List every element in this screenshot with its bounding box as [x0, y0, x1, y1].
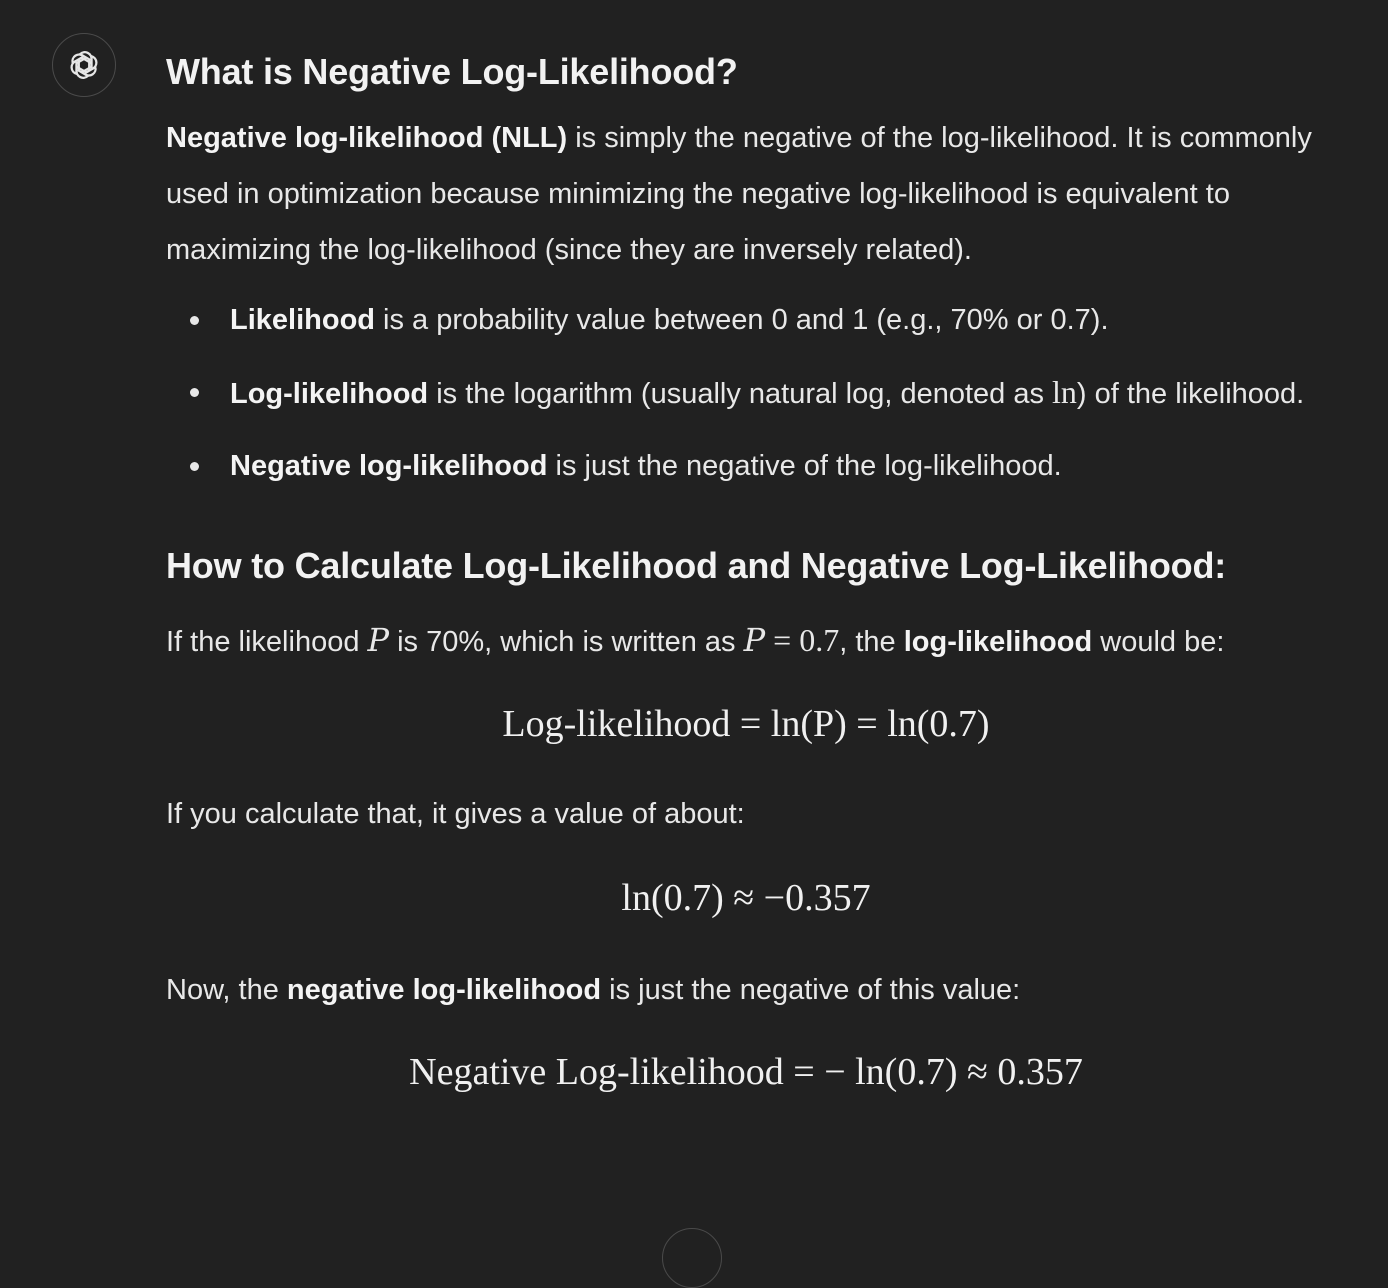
nll-term: Negative log-likelihood (NLL): [166, 122, 568, 154]
negative-log-likelihood-text: is just the negative of the log-likeliho…: [547, 450, 1062, 482]
negative-paragraph: Now, the negative log-likelihood is just…: [166, 962, 1346, 1018]
bullet-dot: [190, 462, 199, 471]
scroll-to-bottom-button[interactable]: [662, 1228, 722, 1288]
list-item-negative-log-likelihood: Negative log-likelihood is just the nega…: [166, 438, 1346, 494]
text-run: If the likelihood: [166, 626, 368, 658]
bullet-dot: [190, 316, 199, 325]
likelihood-text: is a probability value between 0 and 1 (…: [375, 304, 1109, 336]
text-run: is 70%, which is written as: [389, 626, 744, 658]
math-P: P: [367, 621, 390, 659]
log-likelihood-bold: log-likelihood: [903, 626, 1093, 658]
bullet-dot: [190, 388, 199, 397]
assistant-message: What is Negative Log-Likelihood? Negativ…: [166, 40, 1346, 1100]
list-item-log-likelihood: Log-likelihood is the logarithm (usually…: [166, 364, 1346, 422]
definition-list: Likelihood is a probability value betwee…: [166, 292, 1346, 494]
text-run: is just the negative of this value:: [601, 974, 1021, 1006]
ln-math: ln: [1052, 374, 1077, 410]
math-P-var: P: [743, 621, 766, 659]
negative-log-likelihood-term: Negative log-likelihood: [230, 450, 548, 482]
section-heading-calculate: How to Calculate Log-Likelihood and Nega…: [166, 545, 1227, 586]
likelihood-term: Likelihood: [230, 304, 375, 336]
list-item-likelihood: Likelihood is a probability value betwee…: [166, 292, 1346, 348]
assistant-avatar: [52, 33, 116, 97]
likelihood-example-paragraph: If the likelihood P is 70%, which is wri…: [166, 612, 1346, 670]
equation-negative-log-likelihood: Negative Log-likelihood = − ln(0.7) ≈ 0.…: [409, 1051, 1083, 1093]
openai-logo-icon: [70, 51, 98, 79]
equation-log-likelihood: Log-likelihood = ln(P) = ln(0.7): [502, 703, 990, 745]
log-likelihood-term: Log-likelihood: [230, 378, 429, 410]
equation-ln-value: ln(0.7) ≈ −0.357: [621, 877, 871, 919]
calculate-paragraph: If you calculate that, it gives a value …: [166, 798, 745, 830]
negative-log-likelihood-bold: negative log-likelihood: [286, 974, 602, 1006]
text-run: would be:: [1092, 626, 1225, 658]
nll-intro-paragraph: Negative log-likelihood (NLL) is simply …: [166, 110, 1346, 278]
log-likelihood-text-end: ) of the likelihood.: [1076, 378, 1305, 410]
log-likelihood-text: is the logarithm (usually natural log, d…: [428, 378, 1053, 410]
text-run: Now, the: [166, 974, 287, 1006]
text-run: , the: [839, 626, 904, 658]
math-P-equals: P = 0.7: [743, 621, 840, 659]
section-heading-nll: What is Negative Log-Likelihood?: [166, 51, 738, 92]
